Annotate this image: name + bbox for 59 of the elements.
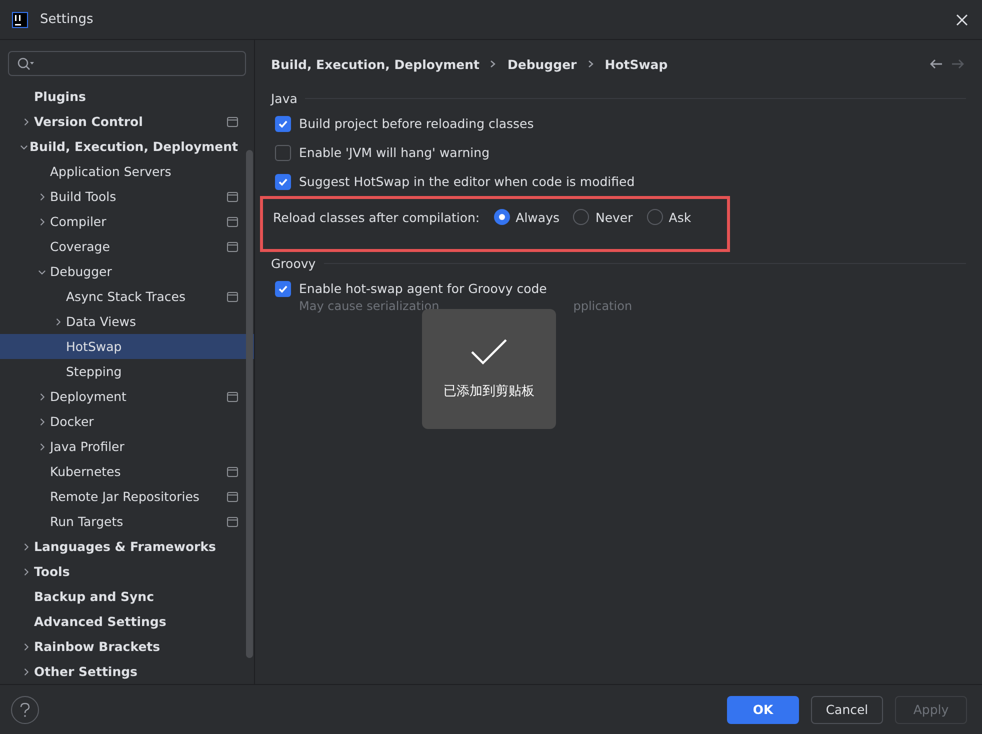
sidebar-item[interactable]: Compiler — [0, 209, 254, 234]
checkbox[interactable] — [275, 174, 291, 190]
chevron-icon — [489, 60, 498, 68]
checkbox[interactable] — [275, 116, 291, 132]
scrollbar[interactable] — [246, 150, 253, 658]
breadcrumb-item[interactable]: Debugger — [507, 56, 577, 72]
sidebar-item[interactable]: Stepping — [0, 359, 254, 384]
sidebar-item[interactable]: Plugins — [0, 84, 254, 109]
checkbox[interactable] — [275, 280, 291, 296]
section-title: Groovy — [271, 256, 316, 270]
sidebar-item[interactable]: Backup and Sync — [0, 584, 254, 609]
sidebar-item[interactable]: Version Control — [0, 109, 254, 134]
checkbox-label: Build project before reloading classes — [299, 116, 534, 131]
sidebar-item[interactable]: Docker — [0, 409, 254, 434]
sidebar-item[interactable]: Build Tools — [0, 184, 254, 209]
sidebar-item[interactable]: Rainbow Brackets — [0, 634, 254, 659]
radio-button[interactable] — [573, 209, 590, 225]
window-title: Settings — [40, 12, 94, 27]
breadcrumb-item[interactable]: HotSwap — [604, 56, 668, 72]
search-icon — [17, 56, 35, 70]
sidebar-item[interactable]: Languages & Frameworks — [0, 534, 254, 559]
app-logo-icon — [12, 12, 28, 28]
sidebar-item[interactable]: Application Servers — [0, 159, 254, 184]
sidebar-item[interactable]: Other Settings — [0, 659, 254, 684]
close-icon[interactable] — [954, 12, 970, 28]
checkbox-label: Enable 'JVM will hang' warning — [299, 145, 490, 160]
radio-button[interactable] — [494, 209, 510, 225]
hint-text: pplication — [573, 299, 632, 313]
sidebar-item[interactable]: Remote Jar Repositories — [0, 484, 254, 509]
check-icon — [470, 338, 508, 366]
sidebar-item[interactable]: Advanced Settings — [0, 609, 254, 634]
sidebar-item[interactable]: HotSwap — [0, 334, 254, 359]
breadcrumb-item[interactable]: Build, Execution, Deployment — [271, 56, 480, 72]
checkbox-label: Suggest HotSwap in the editor when code is modified — [299, 174, 635, 189]
chevron-icon — [586, 60, 595, 68]
sidebar-item[interactable]: Data Views — [0, 309, 254, 334]
sidebar-item[interactable]: Tools — [0, 559, 254, 584]
search-field[interactable] — [8, 51, 246, 76]
radio-option[interactable]: Always — [494, 209, 560, 225]
sidebar-item[interactable]: Deployment — [0, 384, 254, 409]
radio-option[interactable]: Never — [573, 209, 633, 225]
hint-text: May cause serialization — [299, 299, 440, 313]
radio-group-label: Reload classes after compilation: — [273, 210, 480, 224]
checkbox[interactable] — [275, 144, 291, 160]
sidebar-item[interactable]: Kubernetes — [0, 459, 254, 484]
ok-button[interactable]: OK — [727, 696, 799, 724]
radio-option[interactable]: Ask — [646, 209, 692, 225]
radio-button[interactable] — [646, 209, 663, 225]
sidebar-item[interactable]: Coverage — [0, 234, 254, 259]
checkbox-label: Enable hot-swap agent for Groovy code — [299, 281, 547, 296]
sidebar-item[interactable]: Java Profiler — [0, 434, 254, 459]
sidebar-item[interactable]: Async Stack Traces — [0, 284, 254, 309]
help-icon[interactable] — [11, 696, 39, 724]
sidebar-item[interactable]: Debugger — [0, 259, 254, 284]
section-title: Java — [271, 90, 298, 106]
dialog-button[interactable]: Cancel — [811, 696, 883, 724]
sidebar-item[interactable]: Build, Execution, Deployment — [0, 134, 254, 159]
toast-text: 已添加到剪贴板 — [444, 383, 534, 400]
sidebar-item[interactable]: Run Targets — [0, 509, 254, 534]
